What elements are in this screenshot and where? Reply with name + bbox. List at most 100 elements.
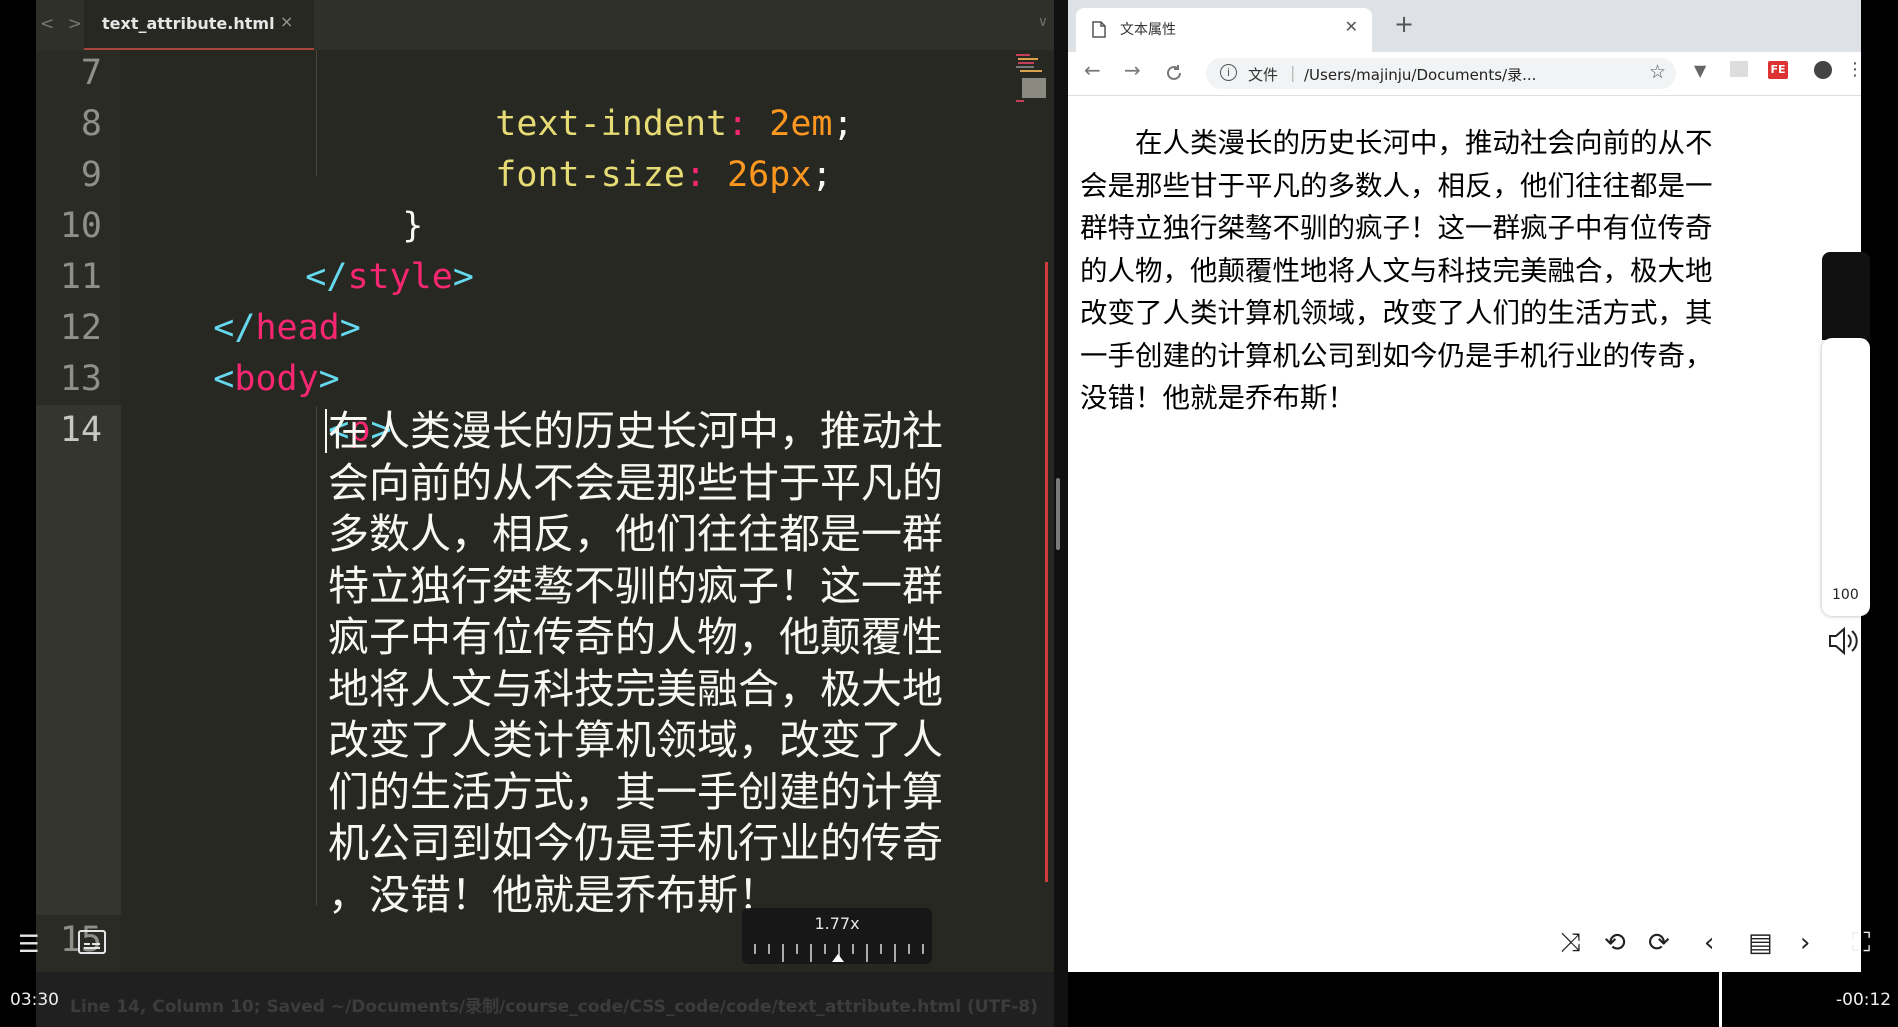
browser-tab-label: 文本属性 (1120, 22, 1176, 38)
line-number: 9 (80, 155, 102, 195)
chapters-icon[interactable]: ▤ (1748, 928, 1773, 958)
player-timeline[interactable] (1068, 972, 1898, 1027)
css-value: 26px (727, 155, 812, 195)
speed-tick (782, 944, 784, 962)
subtitles-icon[interactable] (78, 930, 106, 954)
tag-close: > (339, 308, 361, 348)
playback-speed-control[interactable]: 1.77x (742, 908, 932, 964)
speed-tick (908, 944, 910, 954)
tag-open: < (213, 359, 235, 399)
address-separator: | (1290, 63, 1296, 82)
volume-icon[interactable] (1828, 626, 1860, 656)
speed-tick (824, 944, 826, 954)
page-line: 的人物，他颠覆性地将人文与科技完美融合，极大地 (1080, 254, 1713, 287)
address-bar[interactable]: i 文件 | /Users/majinju/Documents/录... ☆ (1206, 58, 1676, 89)
page-line: 改变了人类计算机领域，改变了人们的生活方式，其 (1080, 297, 1713, 329)
page-line: 在人类漫长的历史长河中，推动社会向前的从不 (1135, 127, 1713, 159)
address-url: /Users/majinju/Documents/录... (1304, 66, 1537, 84)
status-text: Line 14, Column 10; Saved ~/Documents/录制… (70, 997, 1038, 1017)
line-number: 12 (59, 308, 102, 348)
speed-tick (922, 944, 924, 954)
repeat-icon[interactable]: ⟲ (1604, 928, 1626, 958)
back-icon[interactable]: ← (1084, 58, 1101, 82)
site-info-icon[interactable]: i (1220, 64, 1237, 81)
browser-tab-bar: 文本属性 ✕ + (1068, 0, 1861, 52)
time-remaining: -00:12 (1836, 990, 1892, 1010)
speed-tick (852, 944, 854, 954)
divider-handle[interactable] (1056, 478, 1060, 550)
speed-tick (880, 944, 882, 954)
browser-tab[interactable]: 文本属性 ✕ (1076, 8, 1372, 52)
scroll-indicator[interactable] (1045, 262, 1048, 882)
previous-icon[interactable]: ‹ (1704, 928, 1714, 958)
tab-nav-arrows[interactable]: < > (40, 14, 86, 34)
tab-menu-icon[interactable]: ∨ (1038, 14, 1048, 30)
paragraph-line: 多数人，相反，他们往往都是一群 (328, 510, 943, 558)
rendered-paragraph: 在人类漫长的历史长河中，推动社会向前的从不 会是那些甘于平凡的多数人，相反，他们… (1080, 122, 1850, 420)
fullscreen-icon[interactable]: ⛶ (1852, 928, 1870, 959)
tab-text-attribute[interactable]: text_attribute.html × (84, 0, 314, 50)
extension-icon[interactable] (1730, 61, 1748, 77)
forward-icon[interactable]: → (1124, 58, 1141, 82)
paragraph-line: 疯子中有位传奇的人物，他颠覆性 (328, 613, 943, 661)
tab-close-icon[interactable]: × (280, 12, 293, 31)
volume-slider-empty[interactable] (1822, 252, 1870, 340)
page-line: 一手创建的计算机公司到如今仍是手机行业的传奇， (1080, 339, 1713, 372)
paragraph-line: 们的生活方式，其一手创建的计算 (328, 767, 943, 816)
line-number: 10 (59, 206, 102, 246)
browser-menu-icon[interactable]: ⋮ (1846, 59, 1861, 80)
playlist-menu-icon[interactable]: ☰ (18, 930, 40, 958)
browser-window: 文本属性 ✕ + ← → i 文件 | /Users/majinju/Docum… (1068, 0, 1861, 972)
address-scheme-label: 文件 (1248, 66, 1279, 84)
line-number: 7 (80, 53, 102, 93)
extension-filter-icon[interactable]: ▼ (1694, 61, 1706, 80)
speed-pointer-icon (832, 954, 844, 962)
code-line-15[interactable]: </p> (244, 915, 412, 972)
speed-tick (810, 944, 812, 962)
browser-tab-close-icon[interactable]: ✕ (1345, 17, 1358, 36)
repeat-one-icon[interactable]: ⟳ (1648, 928, 1670, 958)
tab-label: text_attribute.html (102, 14, 275, 33)
speed-tick (768, 944, 770, 954)
code-line-14-paragraph[interactable]: 在人类漫长的历史长河中，推动社 会向前的从不会是那些甘于平凡的 多数人，相反，他… (328, 406, 1018, 921)
page-line: 会是那些甘于平凡的多数人，相反，他们往往都是一 (1080, 169, 1713, 202)
css-colon: : (684, 155, 707, 195)
volume-slider[interactable] (1822, 338, 1870, 616)
speed-tick (894, 944, 896, 962)
line-number: 13 (59, 359, 102, 399)
line-number-current: 14 (59, 410, 102, 450)
minimap[interactable] (1016, 52, 1048, 106)
time-elapsed: 03:30 (10, 990, 59, 1010)
reload-icon[interactable] (1165, 64, 1183, 82)
code-editor: < > text_attribute.html × ∨ 7 8 9 10 11 … (36, 0, 1054, 972)
shuffle-icon[interactable]: ⤨ (1560, 928, 1581, 959)
profile-icon[interactable] (1814, 61, 1832, 79)
tag-close: > (452, 257, 474, 297)
indent-guide (316, 50, 317, 176)
new-tab-icon[interactable]: + (1394, 10, 1414, 38)
speed-tick (796, 944, 798, 954)
css-semicolon: ; (811, 155, 833, 195)
editor-status-bar: Line 14, Column 10; Saved ~/Documents/录制… (36, 972, 1054, 1027)
css-property: font-size (495, 155, 685, 195)
browser-toolbar: ← → i 文件 | /Users/majinju/Documents/录...… (1068, 52, 1861, 96)
paragraph-line: 特立独行桀骜不驯的疯子！这一群 (328, 561, 943, 610)
current-line-gutter (36, 405, 121, 915)
progress-marker[interactable] (1719, 972, 1722, 1027)
code-line-8[interactable]: font-size: 26px; (411, 99, 832, 252)
fe-extension-icon[interactable]: FE (1768, 61, 1788, 79)
paragraph-line: 地将人文与科技完美融合，极大地 (328, 664, 943, 713)
page-line: 没错！他就是乔布斯！ (1080, 382, 1355, 414)
speed-tick (866, 944, 868, 962)
tag-name: style (347, 257, 453, 297)
document-icon (1092, 21, 1106, 38)
line-number: 11 (59, 257, 102, 297)
css-semicolon: ; (832, 104, 854, 144)
speed-value: 1.77x (814, 914, 860, 933)
next-icon[interactable]: › (1800, 928, 1810, 958)
line-number: 8 (80, 104, 102, 144)
bookmark-star-icon[interactable]: ☆ (1649, 61, 1666, 83)
paragraph-line: 机公司到如今仍是手机行业的传奇 (328, 819, 943, 867)
volume-value: 100 (1832, 587, 1859, 603)
text-cursor (325, 409, 327, 453)
